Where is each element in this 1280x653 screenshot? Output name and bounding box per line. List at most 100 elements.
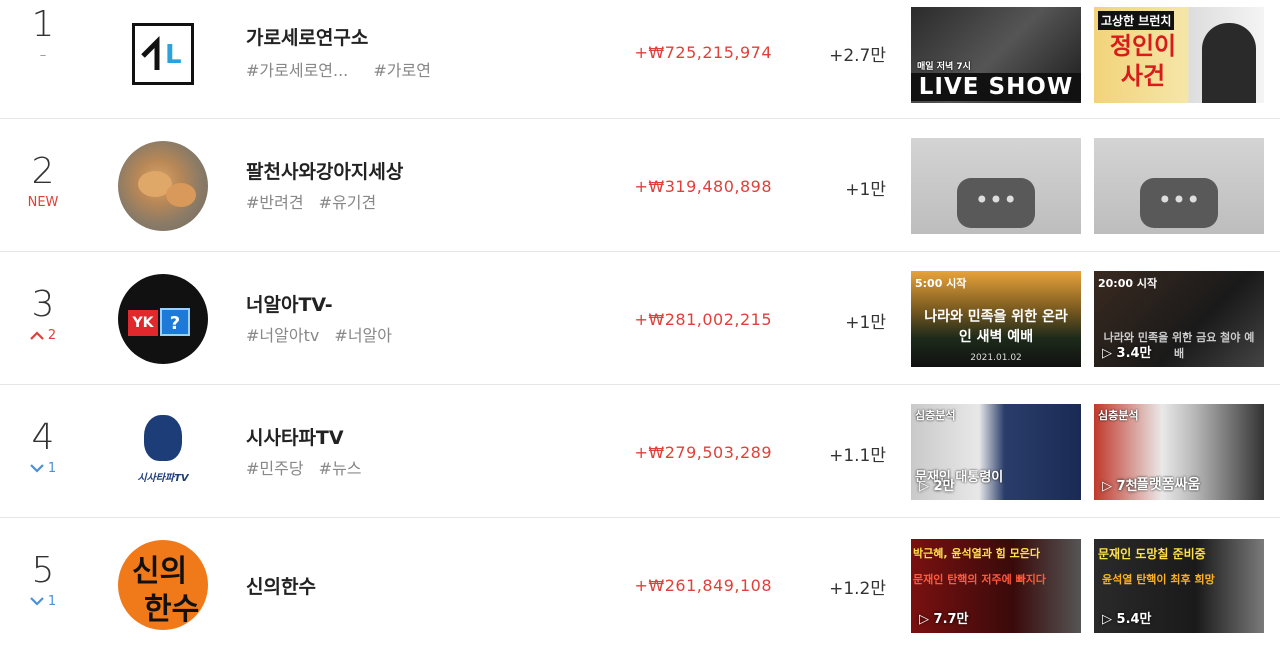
tag-list: #반려견 #유기견 xyxy=(246,189,386,213)
person-silhouette xyxy=(1202,23,1256,103)
thumb-main-text: 정인이 사건 xyxy=(1109,32,1177,90)
thumb-date: 2021.01.02 xyxy=(970,353,1022,363)
tag[interactable]: #너알아tv xyxy=(246,326,319,345)
logo-question-box: ? xyxy=(160,308,190,336)
table-row[interactable]: 4 1 시사타파TV 시사타파TV #민주당 #뉴스 +₩279,503,289… xyxy=(0,385,1280,518)
rank-change: NEW xyxy=(27,195,59,210)
subscriber-change: +1만 xyxy=(845,180,886,200)
tag[interactable]: #반려견 xyxy=(246,193,304,212)
loading-icon: ••• xyxy=(1140,178,1218,228)
play-icon: ▷ xyxy=(1102,479,1112,494)
view-count: ▷ 7.7만 xyxy=(919,608,969,627)
channel-name[interactable]: 너알아TV- xyxy=(246,290,333,317)
tag[interactable]: #민주당 xyxy=(246,459,304,478)
revenue: +₩725,215,974 xyxy=(634,43,772,62)
table-row[interactable]: 2 NEW 팔천사와강아지세상 #반려견 #유기견 +₩319,480,898 … xyxy=(0,119,1280,252)
rank-cell: 1 – xyxy=(0,5,86,65)
rank-change-down: 1 xyxy=(0,460,86,478)
ranking-list: 1 – L 가로세로연구소 #가로세로연... #가로연 +₩725,215,9… xyxy=(0,0,1280,653)
rank-change: – xyxy=(39,48,47,63)
video-thumbnail[interactable]: 심층분석 문재인 대통령이 ▷ 2만 xyxy=(911,404,1081,500)
view-count: ▷ 7천 xyxy=(1102,475,1138,494)
channel-name[interactable]: 가로세로연구소 xyxy=(246,23,368,50)
video-thumbnail[interactable]: 심층분석 플랫폼싸움 ▷ 7천 xyxy=(1094,404,1264,500)
thumb-main-text: 나라와 민족을 위한 온라인 새벽 예배 xyxy=(924,309,1068,345)
revenue: +₩319,480,898 xyxy=(634,177,772,196)
play-icon: ▷ xyxy=(1102,346,1112,361)
tag[interactable]: #유기견 xyxy=(319,193,377,212)
rank-number: 1 xyxy=(31,4,55,45)
video-thumbnail[interactable]: 매일 저녁 7시 LIVE SHOW xyxy=(911,7,1081,103)
view-count: ▷ 3.4만 xyxy=(1102,342,1152,361)
view-count-value: 2만 xyxy=(933,479,955,494)
logo-letter: L xyxy=(165,40,182,70)
view-count-value: 3.4만 xyxy=(1116,346,1152,361)
table-row[interactable]: 3 2 YK ? 너알아TV- #너알아tv #너알아 +₩281,002,21… xyxy=(0,252,1280,385)
thumb-top-text: 매일 저녁 7시 xyxy=(917,62,971,72)
rank-number: 3 xyxy=(31,284,55,325)
channel-name[interactable]: 신의한수 xyxy=(246,572,316,599)
video-thumbnail[interactable]: 고상한 브런치 정인이 사건 xyxy=(1094,7,1264,103)
view-count-value: 5.4만 xyxy=(1116,612,1152,627)
view-count: ▷ 5.4만 xyxy=(1102,608,1152,627)
view-count-value: 7.7만 xyxy=(933,612,969,627)
channel-name[interactable]: 팔천사와강아지세상 xyxy=(246,157,403,184)
thumb-top-text: 문재인 도망칠 준비중 xyxy=(1098,547,1206,561)
channel-name[interactable]: 시사타파TV xyxy=(246,423,344,450)
chevron-down-icon xyxy=(30,597,44,606)
table-row[interactable]: 1 – L 가로세로연구소 #가로세로연... #가로연 +₩725,215,9… xyxy=(0,0,1280,119)
revenue: +₩279,503,289 xyxy=(634,443,772,462)
tag[interactable]: #뉴스 xyxy=(319,459,362,478)
thumb-top-text: 5:00 시작 xyxy=(915,277,967,290)
logo-yk-box: YK xyxy=(128,310,158,336)
play-icon: ▷ xyxy=(919,612,929,627)
rank-change-value: 1 xyxy=(47,594,57,609)
tag[interactable]: #가로연 xyxy=(373,61,431,80)
logo-text: 시사타파TV xyxy=(137,473,189,484)
thumb-top-text: 심층분석 xyxy=(1098,409,1139,422)
loading-icon: ••• xyxy=(957,178,1035,228)
thumb-main-text: 윤석열 탄핵이 최후 희망 xyxy=(1102,573,1215,586)
video-thumbnail[interactable]: 20:00 시작 나라와 민족을 위한 금요 철야 예배 ▷ 3.4만 xyxy=(1094,271,1264,367)
thumb-top-text: 박근혜, 윤석열과 힘 모은다 xyxy=(913,547,1040,560)
play-icon: ▷ xyxy=(919,479,929,494)
avatar[interactable]: 신의 한수 xyxy=(118,540,208,630)
play-icon: ▷ xyxy=(1102,612,1112,627)
rank-number: 2 xyxy=(31,151,55,192)
rank-change-up: 2 xyxy=(0,327,86,345)
video-thumbnail[interactable]: ••• xyxy=(1094,138,1264,234)
rank-cell: 3 2 xyxy=(0,285,86,345)
subscriber-change: +1만 xyxy=(845,313,886,333)
rank-change-value: 1 xyxy=(47,461,57,476)
video-thumbnail[interactable]: ••• xyxy=(911,138,1081,234)
revenue: +₩261,849,108 xyxy=(634,576,772,595)
rank-cell: 2 NEW xyxy=(0,152,86,212)
rank-cell: 4 1 xyxy=(0,418,86,478)
tag-list: #너알아tv #너알아 xyxy=(246,322,402,346)
thumb-top-text: 20:00 시작 xyxy=(1098,277,1158,290)
avatar[interactable]: L xyxy=(132,23,194,85)
tag[interactable]: #가로세로연... xyxy=(246,61,348,80)
thumb-top-text: 고상한 브런치 xyxy=(1098,11,1175,30)
view-count: ▷ 2만 xyxy=(919,475,955,494)
video-thumbnail[interactable]: 5:00 시작 나라와 민족을 위한 온라인 새벽 예배 2021.01.02 xyxy=(911,271,1081,367)
rank-change-value: 2 xyxy=(47,328,57,343)
video-thumbnail[interactable]: 박근혜, 윤석열과 힘 모은다 문재인 탄핵의 저주에 빠지다 ▷ 7.7만 xyxy=(911,539,1081,633)
thumb-main-text: 플랫폼싸움 xyxy=(1136,477,1201,493)
view-count-value: 7천 xyxy=(1116,479,1138,494)
video-thumbnail[interactable]: 문재인 도망칠 준비중 윤석열 탄핵이 최후 희망 ▷ 5.4만 xyxy=(1094,539,1264,633)
rank-change-down: 1 xyxy=(0,593,86,611)
avatar[interactable]: 시사타파TV xyxy=(118,407,208,497)
tag[interactable]: #너알아 xyxy=(334,326,392,345)
thumb-main-text: LIVE SHOW xyxy=(911,73,1081,101)
rank-cell: 5 1 xyxy=(0,551,86,611)
avatar[interactable]: YK ? xyxy=(118,274,208,364)
revenue: +₩281,002,215 xyxy=(634,310,772,329)
logo-text: 한수 xyxy=(144,592,200,627)
avatar[interactable] xyxy=(118,141,208,231)
rank-number: 4 xyxy=(31,417,55,458)
thumb-top-text: 심층분석 xyxy=(915,409,956,422)
thumb-main-text: 문재인 탄핵의 저주에 빠지다 xyxy=(913,573,1046,586)
table-row[interactable]: 5 1 신의 한수 신의한수 +₩261,849,108 +1.2만 박근혜, … xyxy=(0,518,1280,651)
chevron-down-icon xyxy=(30,464,44,473)
